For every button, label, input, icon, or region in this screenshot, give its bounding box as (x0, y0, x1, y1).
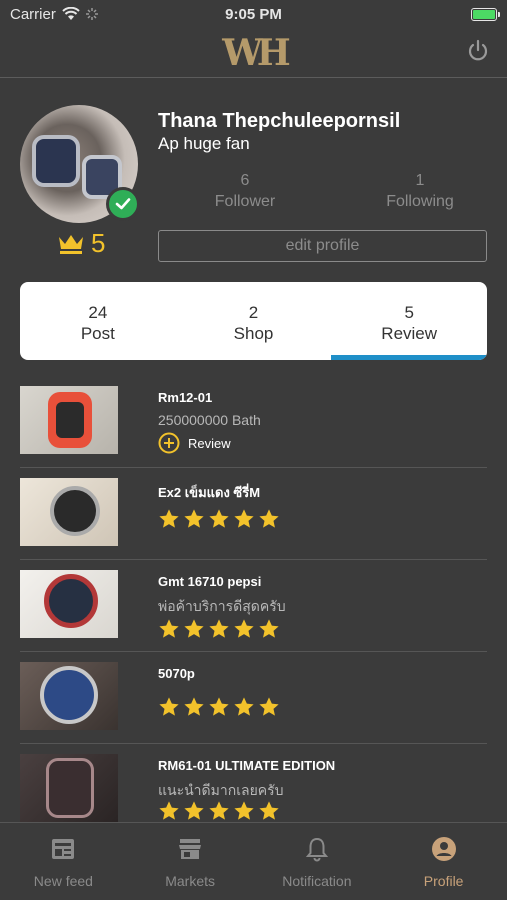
star-icon (233, 800, 255, 822)
star-icon (233, 508, 255, 530)
add-circle-icon (158, 432, 180, 454)
tab-review[interactable]: 5 Review (331, 282, 487, 360)
star-icon (183, 508, 205, 530)
item-title: Gmt 16710 pepsi (158, 574, 262, 589)
power-icon[interactable] (465, 38, 491, 64)
profile-name: Thana Thepchuleepornsil (158, 110, 401, 132)
nav-new-feed-label: New feed (33, 873, 93, 889)
crown-rank: 5 (57, 228, 105, 259)
store-icon (179, 839, 202, 859)
star-icon (208, 508, 230, 530)
star-icon (158, 800, 180, 822)
item-thumbnail (20, 478, 118, 546)
carrier-label: Carrier (10, 5, 56, 23)
star-icon (183, 618, 205, 640)
nav-profile[interactable]: Profile (380, 823, 507, 900)
status-left: Carrier (10, 6, 98, 23)
item-thumbnail (20, 754, 118, 822)
item-title: RM61-01 ULTIMATE EDITION (158, 758, 336, 773)
tab-review-count: 5 (404, 303, 414, 322)
star-icon (208, 696, 230, 718)
crown-icon (59, 234, 83, 254)
item-comment: พ่อค้าบริการดีสุดครับ (158, 598, 286, 614)
follower-stat[interactable]: 6 Follower (200, 170, 290, 212)
review-label: Review (188, 435, 231, 451)
star-icon (208, 618, 230, 640)
edit-profile-button[interactable]: edit profile (158, 230, 487, 262)
wifi-icon (62, 7, 80, 20)
tab-shop[interactable]: 2 Shop (176, 282, 332, 360)
star-icon (183, 800, 205, 822)
tab-review-label: Review (381, 324, 438, 343)
profile-bio: Ap huge fan (158, 134, 250, 153)
item-price: 250000000 Bath (158, 412, 261, 428)
tab-shop-label: Shop (233, 324, 274, 343)
item-title: Rm12-01 (158, 390, 213, 405)
item-thumbnail (20, 386, 118, 454)
nav-markets-label: Markets (165, 873, 216, 889)
nav-notification-label: Notification (282, 873, 352, 889)
star-icon (258, 696, 280, 718)
star-icon (258, 800, 280, 822)
verified-check-icon (106, 187, 140, 221)
following-count: 1 (415, 172, 425, 189)
app-header: WH (0, 28, 507, 78)
list-item[interactable]: Rm12-01 250000000 Bath Review (20, 376, 487, 468)
bell-icon (305, 837, 329, 862)
rating-stars (158, 696, 280, 718)
star-icon (158, 508, 180, 530)
battery-icon (471, 7, 500, 21)
status-bar: Carrier 9:05 PM (0, 0, 507, 28)
following-stat[interactable]: 1 Following (370, 170, 470, 212)
user-circle-icon (431, 837, 456, 861)
nav-notification[interactable]: Notification (254, 823, 381, 900)
item-title: 5070p (158, 666, 195, 681)
follower-count: 6 (240, 172, 250, 189)
add-review-button[interactable]: Review (158, 432, 231, 454)
star-icon (233, 696, 255, 718)
item-comment: แนะนำดีมากเลยครับ (158, 782, 284, 798)
list-item[interactable]: Ex2 เข็มแดง ซีรี่M (20, 468, 487, 560)
list-item[interactable]: Gmt 16710 pepsi พ่อค้าบริการดีสุดครับ (20, 560, 487, 652)
tab-post-label: Post (80, 324, 115, 343)
newsfeed-icon (52, 839, 75, 859)
star-icon (258, 618, 280, 640)
tab-shop-count: 2 (248, 303, 259, 322)
rating-stars (158, 800, 280, 822)
activity-spinner-icon (85, 8, 98, 20)
profile-tabs: 24 Post 2 Shop 5 Review (20, 282, 487, 360)
following-label: Following (386, 193, 454, 210)
item-thumbnail (20, 662, 118, 730)
star-icon (158, 696, 180, 718)
tab-post[interactable]: 24 Post (20, 282, 176, 360)
item-title: Ex2 เข็มแดง ซีรี่M (158, 485, 261, 500)
nav-markets[interactable]: Markets (127, 823, 254, 900)
nav-profile-label: Profile (423, 873, 464, 889)
bottom-nav: New feed Markets Notification Profile (0, 822, 507, 900)
rating-stars (158, 618, 280, 640)
tab-post-count: 24 (88, 303, 108, 322)
profile-avatar-group (20, 105, 140, 223)
follower-label: Follower (214, 193, 276, 210)
crown-count: 5 (91, 228, 106, 258)
star-icon (233, 618, 255, 640)
nav-new-feed[interactable]: New feed (0, 823, 127, 900)
list-item[interactable]: 5070p (20, 652, 487, 744)
item-thumbnail (20, 570, 118, 638)
app-logo: WH (222, 31, 290, 74)
star-icon (258, 508, 280, 530)
rating-stars (158, 508, 280, 530)
star-icon (208, 800, 230, 822)
star-icon (183, 696, 205, 718)
review-list: Rm12-01 250000000 Bath Review Ex2 เข็มแด… (20, 376, 487, 836)
star-icon (158, 618, 180, 640)
